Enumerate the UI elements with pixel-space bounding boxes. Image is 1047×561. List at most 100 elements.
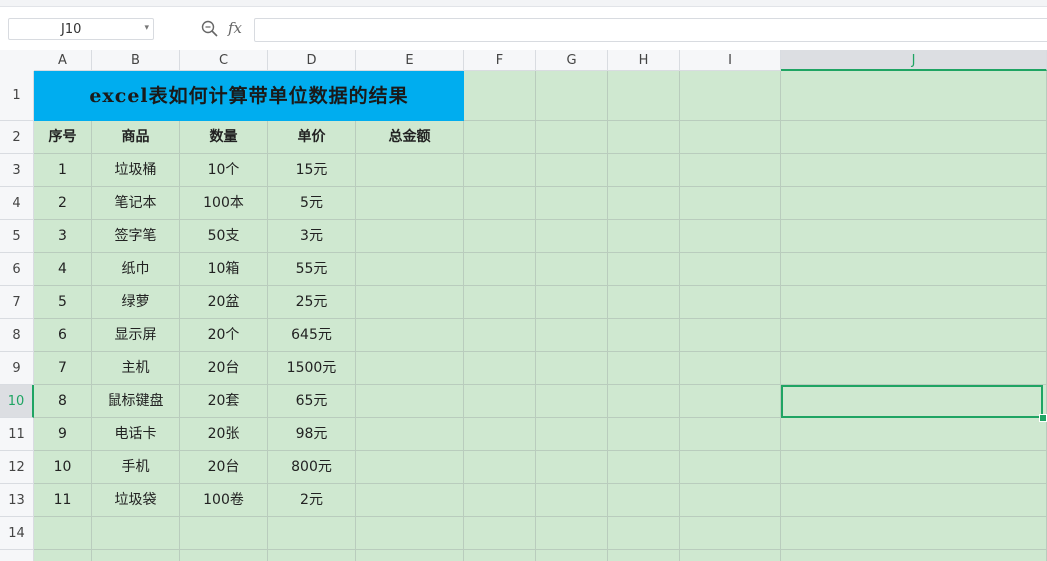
data-cell[interactable] <box>356 319 464 352</box>
row-header-14[interactable]: 14 <box>0 517 34 550</box>
data-cell[interactable] <box>356 352 464 385</box>
header-cell[interactable]: 序号 <box>34 121 92 154</box>
data-cell[interactable]: 20套 <box>180 385 268 418</box>
cell[interactable] <box>608 484 680 517</box>
data-cell[interactable] <box>356 418 464 451</box>
fill-handle[interactable] <box>1039 414 1047 422</box>
data-cell[interactable] <box>356 484 464 517</box>
cell[interactable] <box>608 253 680 286</box>
cell[interactable] <box>536 517 608 550</box>
cell[interactable] <box>680 517 781 550</box>
data-cell[interactable]: 笔记本 <box>92 187 180 220</box>
data-cell[interactable]: 10个 <box>180 154 268 187</box>
data-cell[interactable]: 纸巾 <box>92 253 180 286</box>
cell[interactable] <box>781 187 1047 220</box>
cell[interactable] <box>536 550 608 561</box>
data-cell[interactable]: 6 <box>34 319 92 352</box>
data-cell[interactable]: 3 <box>34 220 92 253</box>
cell[interactable] <box>536 71 608 121</box>
data-cell[interactable]: 20台 <box>180 352 268 385</box>
cell[interactable] <box>536 418 608 451</box>
cell[interactable] <box>536 319 608 352</box>
cell[interactable] <box>781 286 1047 319</box>
cell[interactable] <box>680 550 781 561</box>
data-cell[interactable]: 鼠标键盘 <box>92 385 180 418</box>
row-header-7[interactable]: 7 <box>0 286 34 319</box>
cell[interactable] <box>92 550 180 561</box>
cell[interactable] <box>464 484 536 517</box>
cell[interactable] <box>608 71 680 121</box>
cell[interactable] <box>781 451 1047 484</box>
cell[interactable] <box>464 451 536 484</box>
cell[interactable] <box>608 319 680 352</box>
cell[interactable] <box>680 154 781 187</box>
data-cell[interactable]: 4 <box>34 253 92 286</box>
cell[interactable] <box>781 253 1047 286</box>
data-cell[interactable]: 7 <box>34 352 92 385</box>
cell[interactable] <box>608 385 680 418</box>
selected-cell-j10[interactable] <box>781 385 1043 418</box>
cell[interactable] <box>680 352 781 385</box>
data-cell[interactable]: 15元 <box>268 154 356 187</box>
column-header-i[interactable]: I <box>680 50 781 71</box>
data-cell[interactable]: 显示屏 <box>92 319 180 352</box>
data-cell[interactable]: 2元 <box>268 484 356 517</box>
cell[interactable] <box>781 220 1047 253</box>
cell[interactable] <box>608 550 680 561</box>
name-box[interactable]: J10 ▾ <box>8 18 154 40</box>
cell[interactable] <box>608 352 680 385</box>
header-cell[interactable]: 数量 <box>180 121 268 154</box>
cell[interactable] <box>464 187 536 220</box>
cell[interactable] <box>781 319 1047 352</box>
cell[interactable] <box>34 550 92 561</box>
row-header-10[interactable]: 10 <box>0 385 34 418</box>
data-cell[interactable]: 25元 <box>268 286 356 319</box>
row-header-9[interactable]: 9 <box>0 352 34 385</box>
data-cell[interactable]: 8 <box>34 385 92 418</box>
data-cell[interactable]: 645元 <box>268 319 356 352</box>
cell[interactable] <box>781 352 1047 385</box>
cell[interactable] <box>781 121 1047 154</box>
cell[interactable] <box>781 71 1047 121</box>
cell[interactable] <box>781 550 1047 561</box>
data-cell[interactable]: 50支 <box>180 220 268 253</box>
data-cell[interactable] <box>356 253 464 286</box>
column-header-d[interactable]: D <box>268 50 356 71</box>
cell[interactable] <box>781 154 1047 187</box>
cell[interactable] <box>34 517 92 550</box>
chevron-down-icon[interactable]: ▾ <box>144 23 149 33</box>
cell[interactable] <box>464 352 536 385</box>
cell[interactable] <box>464 71 536 121</box>
data-cell[interactable]: 55元 <box>268 253 356 286</box>
cell[interactable] <box>92 517 180 550</box>
cell[interactable] <box>680 418 781 451</box>
cell[interactable] <box>680 71 781 121</box>
cell[interactable] <box>680 286 781 319</box>
data-cell[interactable] <box>356 385 464 418</box>
cell[interactable] <box>680 220 781 253</box>
cell[interactable] <box>464 550 536 561</box>
data-cell[interactable]: 20张 <box>180 418 268 451</box>
cell[interactable] <box>536 286 608 319</box>
cell[interactable] <box>608 451 680 484</box>
data-cell[interactable]: 绿萝 <box>92 286 180 319</box>
cell[interactable] <box>680 319 781 352</box>
row-header-13[interactable]: 13 <box>0 484 34 517</box>
cell[interactable] <box>680 121 781 154</box>
data-cell[interactable] <box>356 220 464 253</box>
row-header-1[interactable]: 1 <box>0 71 34 121</box>
data-cell[interactable]: 800元 <box>268 451 356 484</box>
zoom-icon[interactable] <box>200 19 220 39</box>
cell[interactable] <box>180 550 268 561</box>
cell[interactable] <box>680 451 781 484</box>
data-cell[interactable] <box>356 154 464 187</box>
cell[interactable] <box>781 418 1047 451</box>
data-cell[interactable]: 9 <box>34 418 92 451</box>
data-cell[interactable]: 5 <box>34 286 92 319</box>
data-cell[interactable]: 手机 <box>92 451 180 484</box>
cell[interactable] <box>464 319 536 352</box>
data-cell[interactable]: 1 <box>34 154 92 187</box>
formula-input[interactable] <box>254 18 1047 42</box>
row-header-6[interactable]: 6 <box>0 253 34 286</box>
data-cell[interactable]: 20个 <box>180 319 268 352</box>
